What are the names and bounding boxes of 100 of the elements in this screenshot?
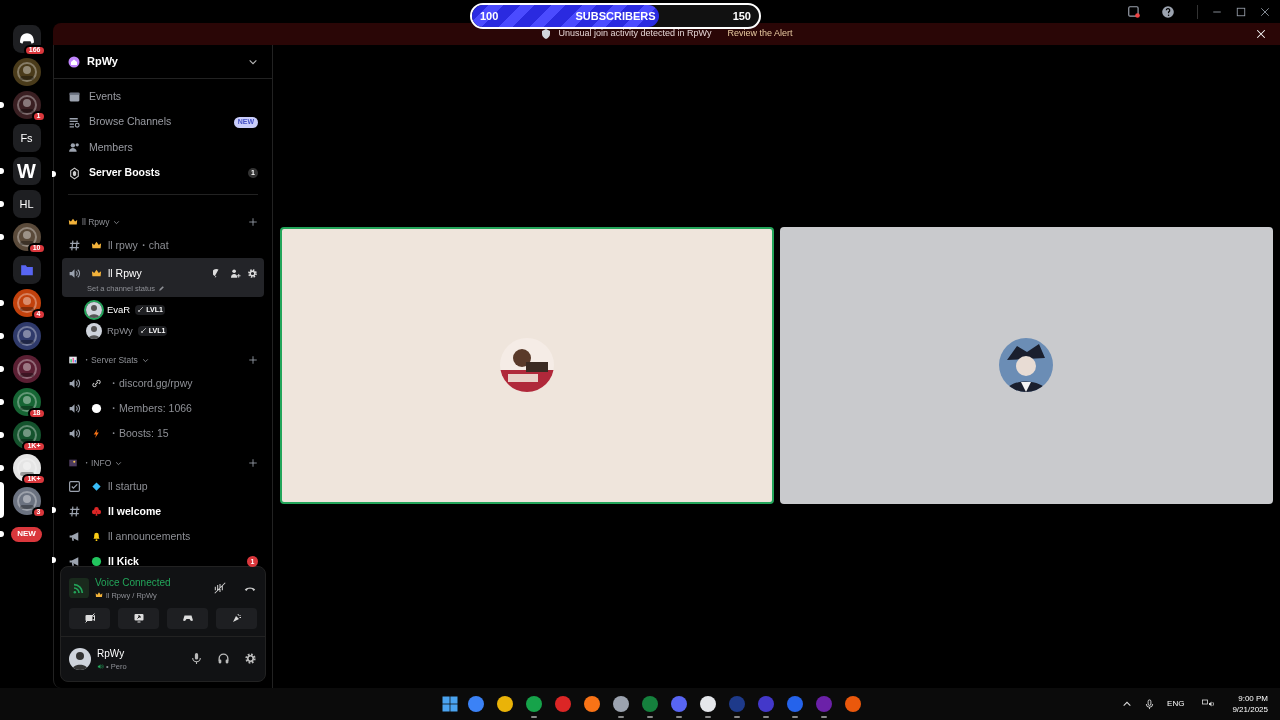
video-tile[interactable] <box>280 226 774 504</box>
new-badge[interactable]: NEW <box>11 526 42 542</box>
signal-icon <box>69 577 89 598</box>
link-icon <box>91 378 102 390</box>
settings-icon[interactable] <box>244 652 257 666</box>
member-name: RpWy <box>107 323 133 338</box>
nav-label: Server Boosts <box>89 165 162 181</box>
channel-item[interactable]: ll rpwy・chat <box>62 233 264 258</box>
chevron-down-icon[interactable] <box>141 356 149 364</box>
dot-icon <box>91 556 102 568</box>
crown-icon <box>91 268 102 279</box>
plus-icon[interactable] <box>248 458 258 469</box>
screen-share-icon <box>132 612 145 625</box>
server-icon[interactable]: W <box>12 157 41 185</box>
people-icon <box>68 141 81 155</box>
voice-control-button[interactable] <box>167 607 208 629</box>
voice-control-button[interactable] <box>118 607 159 629</box>
nav-label: Members <box>89 139 134 155</box>
channel-name: ll startup <box>108 478 149 494</box>
channel-item[interactable]: ・discord.gg/rpwy <box>62 371 264 397</box>
camera-off-icon <box>83 612 96 625</box>
language-indicator[interactable]: ENG <box>1167 698 1185 710</box>
club-icon <box>91 506 102 518</box>
channel-name: ・discord.gg/rpwy <box>108 375 194 391</box>
channel-name: ・Boosts: 15 <box>108 425 170 441</box>
folder-icon[interactable] <box>12 256 41 284</box>
calendar-icon <box>68 90 81 104</box>
server-icon[interactable]: Fs <box>12 124 41 152</box>
shield-icon <box>540 28 553 40</box>
microphone-icon[interactable] <box>1144 698 1156 710</box>
megaphone-icon <box>68 530 81 544</box>
crown-icon <box>91 240 102 251</box>
channel-name: ll rpwy・chat <box>108 237 170 253</box>
chevron-down-icon[interactable] <box>113 218 121 226</box>
nav-label: Events <box>89 88 123 104</box>
user-avatar[interactable] <box>69 647 91 670</box>
start-icon[interactable] <box>440 695 459 713</box>
nav-label: Browse Channels <box>89 114 173 130</box>
speaker-icon <box>68 377 81 391</box>
boost-icon <box>68 166 81 180</box>
voice-control-button[interactable] <box>69 607 110 629</box>
noise-suppression-icon[interactable] <box>213 580 227 595</box>
discord-icon[interactable] <box>12 25 41 53</box>
settings-icon[interactable] <box>247 268 258 279</box>
nav-item[interactable]: Events <box>62 84 264 110</box>
channel-name: ll Kick <box>108 553 140 569</box>
voice-status: Voice Connected <box>95 575 172 590</box>
speaker-icon <box>68 402 81 416</box>
alert-text: Unusual join activity detected in RpWy <box>558 27 712 41</box>
hash-icon <box>68 505 81 519</box>
speaker-icon <box>97 662 104 670</box>
add-person-icon[interactable] <box>230 268 241 279</box>
channel-name: ll announcements <box>108 528 192 544</box>
headphones-icon[interactable] <box>217 652 230 666</box>
server-name[interactable]: RpWy <box>87 53 241 70</box>
plus-icon[interactable] <box>248 217 258 227</box>
crown-icon <box>68 217 78 227</box>
help-icon[interactable] <box>1161 4 1175 19</box>
goal-end: 150 <box>732 8 751 24</box>
checkbox-icon <box>68 480 81 494</box>
plus-icon[interactable] <box>248 355 258 366</box>
pencil-icon[interactable] <box>157 285 165 293</box>
maximize-icon[interactable] <box>1236 6 1246 17</box>
goal-start: 100 <box>480 8 499 24</box>
channel-name: ll Rpwy <box>108 265 143 281</box>
channel-name: ・Members: 1066 <box>108 400 193 416</box>
clock[interactable]: 9:00 PM 9/21/2025 <box>1232 693 1268 715</box>
category-header[interactable]: ・Server Stats <box>82 353 138 367</box>
channel-item[interactable]: ll startup <box>62 474 264 500</box>
nav-item[interactable]: Members <box>62 135 264 161</box>
megaphone-icon <box>68 555 81 569</box>
channel-name: ll welcome <box>108 503 163 519</box>
speaker-icon <box>68 427 81 441</box>
hash-icon <box>68 239 81 252</box>
crown-icon <box>95 591 103 600</box>
review-alert-link[interactable]: Review the Alert <box>727 27 793 41</box>
channel-item[interactable]: ・Members: 1066 <box>62 396 264 422</box>
inbox-icon[interactable] <box>1127 4 1141 19</box>
category-header[interactable]: ・INFO <box>82 456 112 470</box>
channel-item[interactable]: ll announcements <box>62 524 264 550</box>
chevron-up-icon[interactable] <box>1122 699 1133 709</box>
list-search-icon <box>68 115 81 129</box>
chart-icon <box>68 355 78 366</box>
channel-item[interactable]: ・Boosts: 15 <box>62 421 264 447</box>
username: RpWy <box>97 646 126 661</box>
home-icon <box>68 55 80 68</box>
close-icon[interactable] <box>1260 6 1270 17</box>
bell-icon <box>91 531 102 543</box>
soundboard-icon <box>230 612 243 625</box>
diamond-icon <box>91 481 102 493</box>
microphone-icon[interactable] <box>190 652 203 666</box>
member-name: EvaR <box>107 302 131 317</box>
goal-label: SUBSCRIBERS <box>575 8 656 24</box>
category-header[interactable]: ll Rpwy <box>82 215 110 229</box>
circle-icon <box>91 403 102 415</box>
video-tile[interactable] <box>779 226 1273 504</box>
speaker-icon <box>68 267 81 280</box>
channel-item[interactable]: ll welcome <box>62 499 264 525</box>
chevron-down-icon[interactable] <box>115 459 123 467</box>
server-icon[interactable]: HL <box>12 190 41 218</box>
